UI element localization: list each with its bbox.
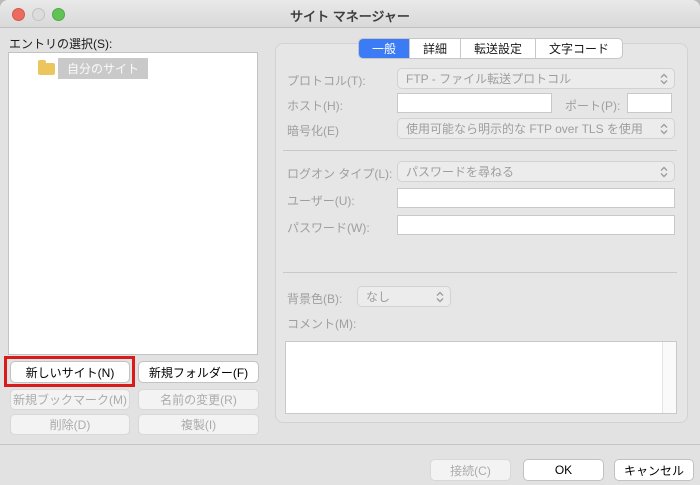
port-label: ポート(P):	[565, 97, 620, 114]
encryption-dropdown: 使用可能なら明示的な FTP over TLS を使用	[397, 118, 675, 139]
host-label: ホスト(H):	[287, 97, 343, 114]
chevron-updown-icon	[659, 165, 669, 179]
cancel-button[interactable]: キャンセル	[614, 459, 694, 481]
divider	[283, 150, 677, 151]
password-input	[397, 215, 675, 235]
chevron-updown-icon	[659, 72, 669, 86]
new-bookmark-button: 新規ブックマーク(M)	[10, 389, 130, 410]
password-label: パスワード(W):	[287, 219, 370, 236]
scrollbar-track	[662, 342, 676, 413]
bgcolor-dropdown: なし	[357, 286, 451, 307]
bgcolor-label: 背景色(B):	[287, 290, 342, 307]
protocol-label: プロトコル(T):	[287, 72, 366, 89]
host-input	[397, 93, 552, 113]
tab-charset[interactable]: 文字コード	[536, 39, 622, 58]
connect-button: 接続(C)	[430, 459, 511, 481]
title-bar: サイト マネージャー	[0, 0, 700, 28]
logon-type-label: ログオン タイプ(L):	[287, 165, 392, 182]
bgcolor-value: なし	[366, 288, 390, 305]
tab-transfer[interactable]: 転送設定	[461, 39, 536, 58]
divider	[0, 444, 700, 445]
duplicate-button: 複製(I)	[138, 414, 259, 435]
window-title: サイト マネージャー	[0, 6, 700, 25]
logon-type-dropdown: パスワードを尋ねる	[397, 161, 675, 182]
entry-select-label: エントリの選択(S):	[9, 35, 112, 52]
encryption-label: 暗号化(E)	[287, 122, 339, 139]
rename-button: 名前の変更(R)	[138, 389, 259, 410]
tree-item-my-sites[interactable]: 自分のサイト	[9, 53, 257, 79]
site-manager-dialog: サイト マネージャー エントリの選択(S): 自分のサイト 新しいサイト(N) …	[0, 0, 700, 485]
comment-label: コメント(M):	[287, 315, 356, 332]
protocol-value: FTP - ファイル転送プロトコル	[406, 70, 571, 87]
user-input	[397, 188, 675, 208]
encryption-value: 使用可能なら明示的な FTP over TLS を使用	[406, 120, 643, 137]
delete-button: 削除(D)	[10, 414, 130, 435]
ok-button[interactable]: OK	[523, 459, 604, 481]
site-tree[interactable]: 自分のサイト	[8, 52, 258, 355]
logon-type-value: パスワードを尋ねる	[406, 163, 514, 180]
chevron-updown-icon	[659, 122, 669, 136]
tab-advanced[interactable]: 詳細	[410, 39, 461, 58]
port-input	[627, 93, 672, 113]
folder-icon	[38, 63, 55, 75]
new-site-button[interactable]: 新しいサイト(N)	[10, 361, 130, 383]
protocol-dropdown: FTP - ファイル転送プロトコル	[397, 68, 675, 89]
comment-textarea	[286, 342, 662, 413]
divider	[283, 272, 677, 273]
user-label: ユーザー(U):	[287, 192, 355, 209]
chevron-updown-icon	[435, 290, 445, 304]
comment-textarea-frame	[285, 341, 677, 414]
tab-general[interactable]: 一般	[359, 39, 410, 58]
tree-item-label: 自分のサイト	[58, 58, 148, 79]
tab-bar: 一般 詳細 転送設定 文字コード	[358, 38, 623, 59]
new-folder-button[interactable]: 新規フォルダー(F)	[138, 361, 259, 383]
